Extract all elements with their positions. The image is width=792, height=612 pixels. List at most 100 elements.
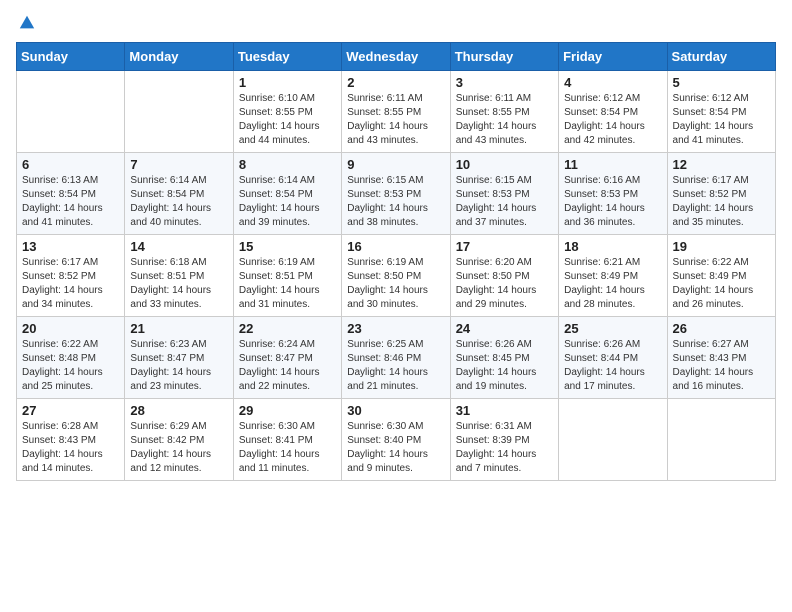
day-number: 3 (456, 75, 553, 90)
day-number: 1 (239, 75, 336, 90)
cell-info: Sunrise: 6:30 AM Sunset: 8:40 PM Dayligh… (347, 420, 444, 476)
cell-info: Sunrise: 6:30 AM Sunset: 8:41 PM Dayligh… (239, 420, 336, 476)
calendar-week-row: 20 Sunrise: 6:22 AM Sunset: 8:48 PM Dayli… (17, 317, 776, 399)
day-number: 20 (22, 321, 119, 336)
calendar-cell: 4 Sunrise: 6:12 AM Sunset: 8:54 PM Daylig… (559, 71, 667, 153)
day-number: 21 (130, 321, 227, 336)
calendar-cell (17, 71, 125, 153)
day-number: 17 (456, 239, 553, 254)
cell-info: Sunrise: 6:22 AM Sunset: 8:49 PM Dayligh… (673, 256, 770, 312)
day-header-thursday: Thursday (450, 43, 558, 71)
day-number: 18 (564, 239, 661, 254)
cell-info: Sunrise: 6:14 AM Sunset: 8:54 PM Dayligh… (130, 174, 227, 230)
day-number: 29 (239, 403, 336, 418)
calendar-cell: 27 Sunrise: 6:28 AM Sunset: 8:43 PM Dayli… (17, 399, 125, 481)
cell-info: Sunrise: 6:10 AM Sunset: 8:55 PM Dayligh… (239, 92, 336, 148)
cell-info: Sunrise: 6:26 AM Sunset: 8:44 PM Dayligh… (564, 338, 661, 394)
cell-info: Sunrise: 6:29 AM Sunset: 8:42 PM Dayligh… (130, 420, 227, 476)
cell-info: Sunrise: 6:16 AM Sunset: 8:53 PM Dayligh… (564, 174, 661, 230)
day-number: 6 (22, 157, 119, 172)
cell-info: Sunrise: 6:17 AM Sunset: 8:52 PM Dayligh… (22, 256, 119, 312)
cell-info: Sunrise: 6:27 AM Sunset: 8:43 PM Dayligh… (673, 338, 770, 394)
calendar-cell: 5Sunrise: 6:12 AM Sunset: 8:54 PM Daylig… (667, 71, 775, 153)
calendar-cell: 15 Sunrise: 6:19 AM Sunset: 8:51 PM Dayli… (233, 235, 341, 317)
calendar-cell (667, 399, 775, 481)
logo-icon (18, 14, 36, 32)
day-number: 30 (347, 403, 444, 418)
day-number: 16 (347, 239, 444, 254)
calendar-cell: 13 Sunrise: 6:17 AM Sunset: 8:52 PM Dayli… (17, 235, 125, 317)
calendar-cell (125, 71, 233, 153)
calendar-cell: 17 Sunrise: 6:20 AM Sunset: 8:50 PM Dayli… (450, 235, 558, 317)
day-header-friday: Friday (559, 43, 667, 71)
calendar-header-row: SundayMondayTuesdayWednesdayThursdayFrid… (17, 43, 776, 71)
cell-info: Sunrise: 6:28 AM Sunset: 8:43 PM Dayligh… (22, 420, 119, 476)
calendar-cell: 2Sunrise: 6:11 AM Sunset: 8:55 PM Daylig… (342, 71, 450, 153)
cell-info: Sunrise: 6:12 AM Sunset: 8:54 PM Dayligh… (564, 92, 661, 148)
calendar-cell: 21Sunrise: 6:23 AM Sunset: 8:47 PM Dayli… (125, 317, 233, 399)
cell-info: Sunrise: 6:31 AM Sunset: 8:39 PM Dayligh… (456, 420, 553, 476)
day-number: 9 (347, 157, 444, 172)
calendar-cell: 10Sunrise: 6:15 AM Sunset: 8:53 PM Dayli… (450, 153, 558, 235)
day-number: 23 (347, 321, 444, 336)
day-number: 4 (564, 75, 661, 90)
cell-info: Sunrise: 6:19 AM Sunset: 8:51 PM Dayligh… (239, 256, 336, 312)
cell-info: Sunrise: 6:17 AM Sunset: 8:52 PM Dayligh… (673, 174, 770, 230)
calendar-cell: 30 Sunrise: 6:30 AM Sunset: 8:40 PM Dayli… (342, 399, 450, 481)
calendar-week-row: 6Sunrise: 6:13 AM Sunset: 8:54 PM Daylig… (17, 153, 776, 235)
cell-info: Sunrise: 6:25 AM Sunset: 8:46 PM Dayligh… (347, 338, 444, 394)
page-header (16, 16, 776, 30)
calendar-cell: 18Sunrise: 6:21 AM Sunset: 8:49 PM Dayli… (559, 235, 667, 317)
calendar-cell: 22 Sunrise: 6:24 AM Sunset: 8:47 PM Dayli… (233, 317, 341, 399)
day-header-saturday: Saturday (667, 43, 775, 71)
calendar-cell: 28 Sunrise: 6:29 AM Sunset: 8:42 PM Dayli… (125, 399, 233, 481)
calendar-cell: 7 Sunrise: 6:14 AM Sunset: 8:54 PM Daylig… (125, 153, 233, 235)
day-number: 12 (673, 157, 770, 172)
calendar-cell: 25Sunrise: 6:26 AM Sunset: 8:44 PM Dayli… (559, 317, 667, 399)
day-number: 19 (673, 239, 770, 254)
calendar-cell: 11Sunrise: 6:16 AM Sunset: 8:53 PM Dayli… (559, 153, 667, 235)
day-header-tuesday: Tuesday (233, 43, 341, 71)
calendar-cell: 31 Sunrise: 6:31 AM Sunset: 8:39 PM Dayli… (450, 399, 558, 481)
calendar-cell: 8 Sunrise: 6:14 AM Sunset: 8:54 PM Daylig… (233, 153, 341, 235)
cell-info: Sunrise: 6:14 AM Sunset: 8:54 PM Dayligh… (239, 174, 336, 230)
calendar-week-row: 13 Sunrise: 6:17 AM Sunset: 8:52 PM Dayli… (17, 235, 776, 317)
calendar-cell: 1 Sunrise: 6:10 AM Sunset: 8:55 PM Daylig… (233, 71, 341, 153)
calendar-cell: 6Sunrise: 6:13 AM Sunset: 8:54 PM Daylig… (17, 153, 125, 235)
calendar-week-row: 27 Sunrise: 6:28 AM Sunset: 8:43 PM Dayli… (17, 399, 776, 481)
cell-info: Sunrise: 6:24 AM Sunset: 8:47 PM Dayligh… (239, 338, 336, 394)
day-number: 2 (347, 75, 444, 90)
calendar-cell (559, 399, 667, 481)
day-number: 22 (239, 321, 336, 336)
day-number: 14 (130, 239, 227, 254)
calendar-cell: 14 Sunrise: 6:18 AM Sunset: 8:51 PM Dayli… (125, 235, 233, 317)
calendar-cell: 23 Sunrise: 6:25 AM Sunset: 8:46 PM Dayli… (342, 317, 450, 399)
cell-info: Sunrise: 6:11 AM Sunset: 8:55 PM Dayligh… (456, 92, 553, 148)
cell-info: Sunrise: 6:19 AM Sunset: 8:50 PM Dayligh… (347, 256, 444, 312)
cell-info: Sunrise: 6:22 AM Sunset: 8:48 PM Dayligh… (22, 338, 119, 394)
day-number: 15 (239, 239, 336, 254)
day-number: 7 (130, 157, 227, 172)
cell-info: Sunrise: 6:15 AM Sunset: 8:53 PM Dayligh… (347, 174, 444, 230)
day-header-monday: Monday (125, 43, 233, 71)
day-number: 31 (456, 403, 553, 418)
calendar-cell: 26 Sunrise: 6:27 AM Sunset: 8:43 PM Dayli… (667, 317, 775, 399)
calendar-table: SundayMondayTuesdayWednesdayThursdayFrid… (16, 42, 776, 481)
day-number: 27 (22, 403, 119, 418)
calendar-cell: 3 Sunrise: 6:11 AM Sunset: 8:55 PM Daylig… (450, 71, 558, 153)
day-number: 24 (456, 321, 553, 336)
cell-info: Sunrise: 6:12 AM Sunset: 8:54 PM Dayligh… (673, 92, 770, 148)
calendar-week-row: 1 Sunrise: 6:10 AM Sunset: 8:55 PM Daylig… (17, 71, 776, 153)
calendar-cell: 29 Sunrise: 6:30 AM Sunset: 8:41 PM Dayli… (233, 399, 341, 481)
calendar-cell: 20 Sunrise: 6:22 AM Sunset: 8:48 PM Dayli… (17, 317, 125, 399)
day-number: 26 (673, 321, 770, 336)
day-number: 10 (456, 157, 553, 172)
day-number: 28 (130, 403, 227, 418)
day-number: 8 (239, 157, 336, 172)
cell-info: Sunrise: 6:20 AM Sunset: 8:50 PM Dayligh… (456, 256, 553, 312)
calendar-cell: 24Sunrise: 6:26 AM Sunset: 8:45 PM Dayli… (450, 317, 558, 399)
cell-info: Sunrise: 6:18 AM Sunset: 8:51 PM Dayligh… (130, 256, 227, 312)
day-number: 13 (22, 239, 119, 254)
day-header-sunday: Sunday (17, 43, 125, 71)
calendar-cell: 19 Sunrise: 6:22 AM Sunset: 8:49 PM Dayli… (667, 235, 775, 317)
